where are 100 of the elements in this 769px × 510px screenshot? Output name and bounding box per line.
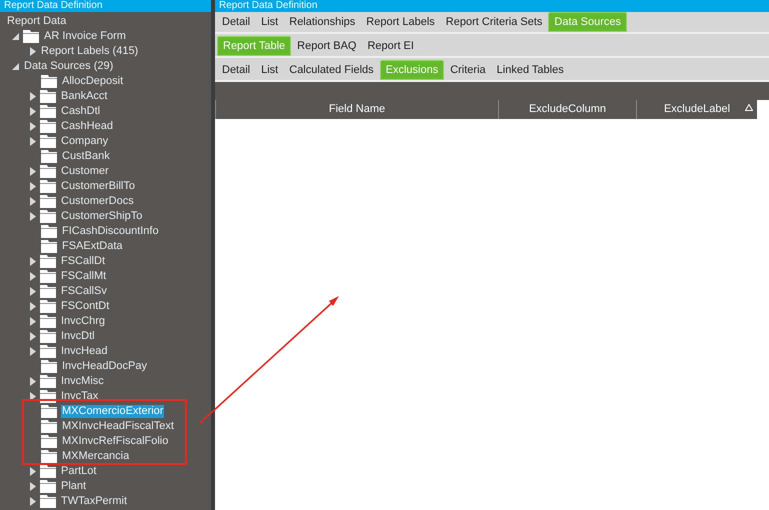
folder-icon bbox=[41, 405, 57, 418]
folder-icon bbox=[40, 330, 56, 343]
collapsed-triangle-icon[interactable] bbox=[30, 212, 36, 221]
folder-icon bbox=[40, 315, 56, 328]
collapsed-triangle-icon[interactable] bbox=[30, 197, 36, 206]
tab[interactable]: Calculated Fields bbox=[284, 60, 379, 80]
tree-item[interactable]: AllocDeposit bbox=[61, 75, 124, 88]
folder-icon bbox=[40, 270, 56, 283]
tree-item[interactable]: CustomerShipTo bbox=[60, 210, 144, 223]
tree-item[interactable]: InvcDtl bbox=[60, 330, 96, 343]
tree-item[interactable]: CustomerBillTo bbox=[60, 180, 136, 193]
sort-triangle-icon bbox=[745, 104, 753, 111]
collapsed-triangle-icon[interactable] bbox=[30, 122, 36, 131]
collapsed-triangle-icon[interactable] bbox=[30, 332, 36, 341]
tree-item[interactable]: CashDtl bbox=[60, 105, 102, 118]
tree-item[interactable]: MXComercioExterior bbox=[61, 405, 164, 418]
folder-icon bbox=[40, 495, 56, 508]
tree-item[interactable]: InvcHeadDocPay bbox=[61, 360, 148, 373]
tree-item[interactable]: CustBank bbox=[61, 150, 111, 163]
folder-icon bbox=[41, 225, 57, 238]
folder-icon bbox=[40, 465, 56, 478]
folder-icon bbox=[41, 450, 57, 463]
collapsed-triangle-icon[interactable] bbox=[30, 302, 36, 311]
tab[interactable]: Relationships bbox=[284, 12, 360, 32]
tree-item[interactable]: InvcMisc bbox=[60, 375, 105, 388]
collapsed-triangle-icon[interactable] bbox=[30, 287, 36, 296]
tree-item[interactable]: FSAExtData bbox=[61, 240, 124, 253]
tree-item[interactable]: CustomerDocs bbox=[60, 195, 135, 208]
tree-item[interactable]: FSCallDt bbox=[60, 255, 106, 268]
collapsed-triangle-icon[interactable] bbox=[30, 137, 36, 146]
tree-item[interactable]: Plant bbox=[60, 480, 88, 493]
tree-item[interactable]: MXInvcHeadFiscalText bbox=[61, 420, 175, 433]
expanded-triangle-icon[interactable] bbox=[12, 33, 19, 40]
tab[interactable]: Report Criteria Sets bbox=[440, 12, 548, 32]
collapsed-triangle-icon[interactable] bbox=[30, 92, 36, 101]
tree-item[interactable]: FSContDt bbox=[60, 300, 110, 313]
tree-item[interactable]: InvcChrg bbox=[60, 315, 106, 328]
tree-item[interactable]: MXMercancia bbox=[61, 450, 130, 463]
tab[interactable]: List bbox=[256, 12, 284, 32]
tab[interactable]: Report BAQ bbox=[292, 36, 362, 56]
folder-icon bbox=[41, 75, 57, 88]
tree-item[interactable]: BankAcct bbox=[60, 90, 108, 103]
collapsed-triangle-icon[interactable] bbox=[30, 392, 36, 401]
collapsed-triangle-icon[interactable] bbox=[30, 257, 36, 266]
folder-icon bbox=[40, 375, 56, 388]
tree-item[interactable]: AR Invoice Form bbox=[43, 30, 127, 43]
tree-item[interactable]: FICashDiscountInfo bbox=[61, 225, 160, 238]
panel-title: Report Data Definition bbox=[0, 0, 211, 12]
tree-item[interactable]: CashHead bbox=[60, 120, 114, 133]
tree-item[interactable]: FSCallSv bbox=[60, 285, 108, 298]
collapsed-triangle-icon[interactable] bbox=[30, 107, 36, 116]
collapsed-triangle-icon[interactable] bbox=[30, 167, 36, 176]
folder-icon bbox=[41, 150, 57, 163]
folder-icon bbox=[40, 300, 56, 313]
tree-item[interactable]: Report Labels (415) bbox=[40, 45, 140, 58]
tab[interactable]: Linked Tables bbox=[492, 60, 569, 80]
folder-icon bbox=[40, 480, 56, 493]
tab[interactable]: Criteria bbox=[445, 60, 491, 80]
folder-icon bbox=[40, 345, 56, 358]
folder-icon bbox=[40, 255, 56, 268]
tab[interactable]: Detail bbox=[217, 12, 256, 32]
folder-icon bbox=[40, 210, 56, 223]
tree-item[interactable]: Customer bbox=[60, 165, 110, 178]
expanded-triangle-icon[interactable] bbox=[12, 63, 19, 70]
tree-item[interactable]: Data Sources (29) bbox=[23, 60, 114, 73]
collapsed-triangle-icon[interactable] bbox=[30, 272, 36, 281]
folder-icon bbox=[40, 120, 56, 133]
tree-item[interactable]: MXInvcRefFiscalFolio bbox=[61, 435, 170, 448]
folder-icon bbox=[40, 165, 56, 178]
folder-icon bbox=[41, 360, 57, 373]
column-header[interactable]: ExcludeLabel bbox=[636, 100, 757, 119]
collapsed-triangle-icon[interactable] bbox=[30, 467, 36, 476]
collapsed-triangle-icon[interactable] bbox=[30, 317, 36, 326]
tree-item[interactable]: Report Data bbox=[6, 15, 68, 28]
collapsed-triangle-icon[interactable] bbox=[30, 182, 36, 191]
folder-icon bbox=[40, 90, 56, 103]
tree-item[interactable]: PartLot bbox=[60, 465, 98, 478]
tree-item[interactable]: InvcHead bbox=[60, 345, 108, 358]
column-header[interactable]: ExcludeColumn bbox=[498, 100, 636, 119]
folder-icon bbox=[23, 30, 39, 43]
tree-item[interactable]: InvcTax bbox=[60, 390, 100, 403]
tree-item[interactable]: Company bbox=[60, 135, 110, 148]
folder-icon bbox=[41, 435, 57, 448]
tree-item[interactable]: TWTaxPermit bbox=[60, 495, 128, 508]
tree-item[interactable]: FSCallMt bbox=[60, 270, 108, 283]
collapsed-triangle-icon[interactable] bbox=[30, 47, 36, 56]
folder-icon bbox=[40, 105, 56, 118]
collapsed-triangle-icon[interactable] bbox=[30, 482, 36, 491]
tab[interactable]: Detail bbox=[217, 60, 256, 80]
folder-icon bbox=[40, 285, 56, 298]
collapsed-triangle-icon[interactable] bbox=[30, 347, 36, 356]
panel-title: Report Data Definition bbox=[215, 0, 769, 12]
column-header[interactable]: Field Name bbox=[215, 100, 498, 119]
collapsed-triangle-icon[interactable] bbox=[30, 497, 36, 506]
collapsed-triangle-icon[interactable] bbox=[30, 377, 36, 386]
folder-icon bbox=[40, 195, 56, 208]
tab[interactable]: Report Labels bbox=[361, 12, 440, 32]
folder-icon bbox=[40, 180, 56, 193]
tab[interactable]: List bbox=[256, 60, 284, 80]
tab[interactable]: Report EI bbox=[362, 36, 419, 56]
